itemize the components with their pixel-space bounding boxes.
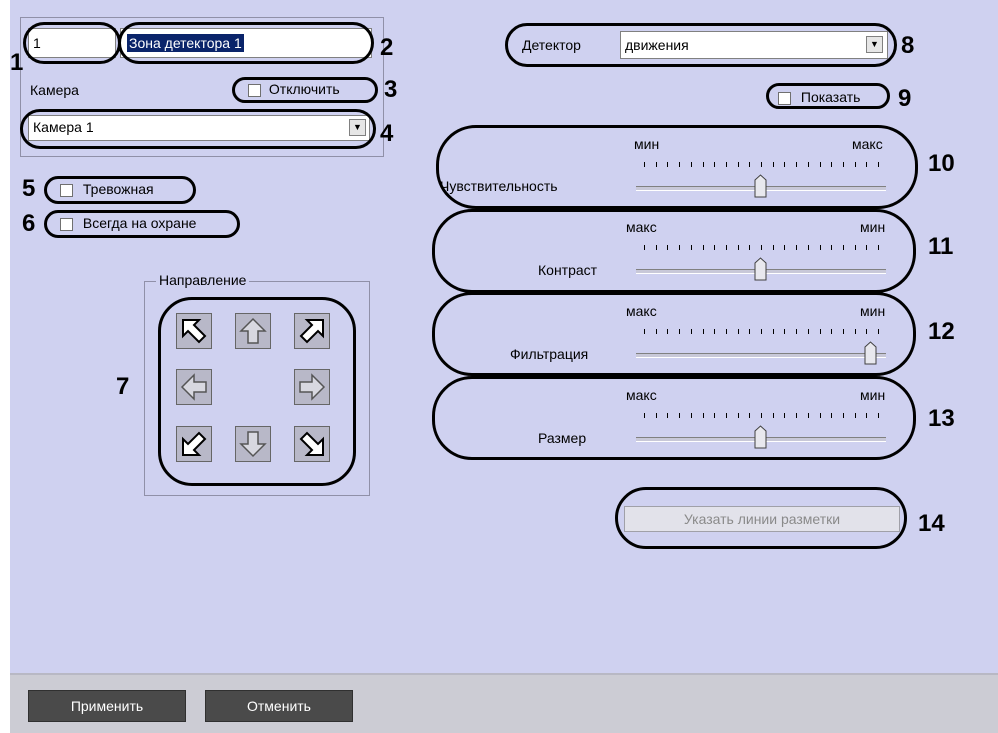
callout-2: 2 (380, 34, 394, 61)
callout-oval-4 (20, 109, 376, 149)
callout-12: 12 (928, 318, 955, 345)
callout-oval-6 (44, 210, 240, 238)
callout-6: 6 (22, 210, 36, 237)
direction-group-label: Направление (156, 272, 250, 288)
callout-7: 7 (116, 373, 130, 400)
callout-oval-1 (23, 22, 121, 64)
callout-9: 9 (898, 85, 912, 112)
callout-11: 11 (928, 233, 954, 260)
callout-14: 14 (918, 510, 945, 537)
callout-oval-7 (158, 297, 356, 486)
callout-oval-10 (436, 125, 918, 209)
callout-4: 4 (380, 120, 394, 147)
camera-label: Камера (30, 82, 79, 98)
callout-8: 8 (901, 32, 915, 59)
callout-10: 10 (928, 150, 955, 177)
callout-oval-5 (44, 176, 196, 204)
callout-oval-13 (432, 376, 916, 460)
callout-oval-2 (118, 22, 374, 64)
callout-oval-8 (505, 23, 897, 67)
callout-13: 13 (928, 405, 955, 432)
callout-oval-3 (232, 77, 378, 103)
callout-oval-11 (432, 209, 916, 293)
callout-oval-14 (615, 487, 907, 549)
callout-oval-12 (432, 292, 916, 376)
callout-3: 3 (384, 76, 398, 103)
apply-button[interactable]: Применить (28, 690, 186, 722)
cancel-button[interactable]: Отменить (205, 690, 353, 722)
callout-5: 5 (22, 175, 36, 202)
callout-1: 1 (10, 49, 24, 76)
callout-oval-9 (766, 83, 890, 109)
